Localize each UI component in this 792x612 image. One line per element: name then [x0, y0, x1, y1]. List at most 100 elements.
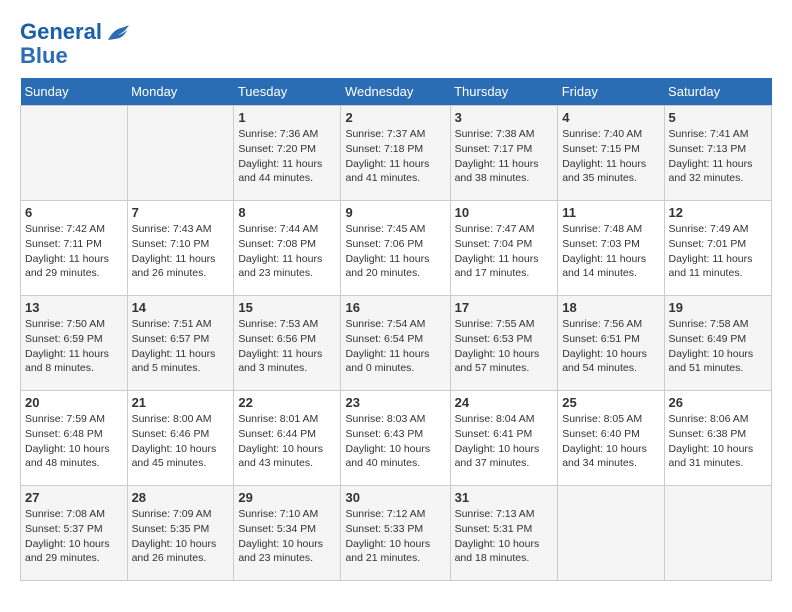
- calendar-cell: 31 Sunrise: 7:13 AM Sunset: 5:31 PM Dayli…: [450, 486, 558, 581]
- logo-bird-icon: [103, 22, 133, 44]
- day-info: Sunrise: 7:51 AM Sunset: 6:57 PM Dayligh…: [132, 317, 230, 376]
- weekday-header-wednesday: Wednesday: [341, 78, 450, 106]
- day-number: 21: [132, 395, 230, 410]
- day-number: 13: [25, 300, 123, 315]
- day-number: 24: [455, 395, 554, 410]
- calendar-cell: [664, 486, 771, 581]
- day-info: Sunrise: 7:38 AM Sunset: 7:17 PM Dayligh…: [455, 127, 554, 186]
- day-number: 28: [132, 490, 230, 505]
- calendar-cell: 21Sunrise: 8:00 AM Sunset: 6:46 PM Dayli…: [127, 391, 234, 486]
- calendar-week-row: 1Sunrise: 7:36 AM Sunset: 7:20 PM Daylig…: [21, 106, 772, 201]
- day-info: Sunrise: 7:37 AM Sunset: 7:18 PM Dayligh…: [345, 127, 445, 186]
- day-info: Sunrise: 8:05 AM Sunset: 6:40 PM Dayligh…: [562, 412, 659, 471]
- day-number: 23: [345, 395, 445, 410]
- day-number: 5: [669, 110, 767, 125]
- calendar-cell: 30Sunrise: 7:12 AM Sunset: 5:33 PM Dayli…: [341, 486, 450, 581]
- day-number: 31: [455, 490, 554, 505]
- day-number: 19: [669, 300, 767, 315]
- weekday-header-friday: Friday: [558, 78, 664, 106]
- logo-general: General: [20, 19, 102, 44]
- day-info: Sunrise: 7:48 AM Sunset: 7:03 PM Dayligh…: [562, 222, 659, 281]
- calendar-cell: 16Sunrise: 7:54 AM Sunset: 6:54 PM Dayli…: [341, 296, 450, 391]
- day-info: Sunrise: 7:59 AM Sunset: 6:48 PM Dayligh…: [25, 412, 123, 471]
- calendar-cell: 18 Sunrise: 7:56 AM Sunset: 6:51 PM Dayli…: [558, 296, 664, 391]
- day-info: Sunrise: 7:47 AM Sunset: 7:04 PM Dayligh…: [455, 222, 554, 281]
- page-header: General Blue: [20, 20, 772, 68]
- day-info: Sunrise: 7:58 AM Sunset: 6:49 PM Dayligh…: [669, 317, 767, 376]
- weekday-header-tuesday: Tuesday: [234, 78, 341, 106]
- calendar-header-row: SundayMondayTuesdayWednesdayThursdayFrid…: [21, 78, 772, 106]
- day-info: Sunrise: 7:40 AM Sunset: 7:15 PM Dayligh…: [562, 127, 659, 186]
- calendar-cell: 8 Sunrise: 7:44 AM Sunset: 7:08 PM Daylig…: [234, 201, 341, 296]
- day-info: Sunrise: 7:43 AM Sunset: 7:10 PM Dayligh…: [132, 222, 230, 281]
- day-info: Sunrise: 8:06 AM Sunset: 6:38 PM Dayligh…: [669, 412, 767, 471]
- day-info: Sunrise: 7:54 AM Sunset: 6:54 PM Dayligh…: [345, 317, 445, 376]
- calendar-cell: 25 Sunrise: 8:05 AM Sunset: 6:40 PM Dayli…: [558, 391, 664, 486]
- weekday-header-sunday: Sunday: [21, 78, 128, 106]
- day-info: Sunrise: 7:53 AM Sunset: 6:56 PM Dayligh…: [238, 317, 336, 376]
- weekday-header-monday: Monday: [127, 78, 234, 106]
- calendar-cell: 12 Sunrise: 7:49 AM Sunset: 7:01 PM Dayli…: [664, 201, 771, 296]
- day-info: Sunrise: 7:08 AM Sunset: 5:37 PM Dayligh…: [25, 507, 123, 566]
- calendar-cell: 22Sunrise: 8:01 AM Sunset: 6:44 PM Dayli…: [234, 391, 341, 486]
- day-info: Sunrise: 7:50 AM Sunset: 6:59 PM Dayligh…: [25, 317, 123, 376]
- calendar-cell: 13 Sunrise: 7:50 AM Sunset: 6:59 PM Dayli…: [21, 296, 128, 391]
- day-number: 10: [455, 205, 554, 220]
- logo-blue: Blue: [20, 43, 68, 68]
- day-number: 25: [562, 395, 659, 410]
- calendar-cell: 27 Sunrise: 7:08 AM Sunset: 5:37 PM Dayli…: [21, 486, 128, 581]
- day-info: Sunrise: 7:13 AM Sunset: 5:31 PM Dayligh…: [455, 507, 554, 566]
- calendar-cell: 28 Sunrise: 7:09 AM Sunset: 5:35 PM Dayli…: [127, 486, 234, 581]
- day-number: 8: [238, 205, 336, 220]
- calendar-week-row: 6Sunrise: 7:42 AM Sunset: 7:11 PM Daylig…: [21, 201, 772, 296]
- day-number: 4: [562, 110, 659, 125]
- day-info: Sunrise: 7:56 AM Sunset: 6:51 PM Dayligh…: [562, 317, 659, 376]
- day-info: Sunrise: 8:03 AM Sunset: 6:43 PM Dayligh…: [345, 412, 445, 471]
- calendar-cell: 26 Sunrise: 8:06 AM Sunset: 6:38 PM Dayli…: [664, 391, 771, 486]
- day-number: 22: [238, 395, 336, 410]
- calendar-week-row: 20 Sunrise: 7:59 AM Sunset: 6:48 PM Dayli…: [21, 391, 772, 486]
- day-number: 3: [455, 110, 554, 125]
- day-number: 26: [669, 395, 767, 410]
- calendar-cell: 24Sunrise: 8:04 AM Sunset: 6:41 PM Dayli…: [450, 391, 558, 486]
- calendar-cell: 4 Sunrise: 7:40 AM Sunset: 7:15 PM Daylig…: [558, 106, 664, 201]
- day-number: 27: [25, 490, 123, 505]
- calendar-cell: 17Sunrise: 7:55 AM Sunset: 6:53 PM Dayli…: [450, 296, 558, 391]
- calendar-cell: 6Sunrise: 7:42 AM Sunset: 7:11 PM Daylig…: [21, 201, 128, 296]
- calendar-week-row: 27 Sunrise: 7:08 AM Sunset: 5:37 PM Dayli…: [21, 486, 772, 581]
- day-number: 20: [25, 395, 123, 410]
- calendar-cell: 15 Sunrise: 7:53 AM Sunset: 6:56 PM Dayli…: [234, 296, 341, 391]
- calendar-cell: [21, 106, 128, 201]
- day-info: Sunrise: 7:55 AM Sunset: 6:53 PM Dayligh…: [455, 317, 554, 376]
- day-info: Sunrise: 7:42 AM Sunset: 7:11 PM Dayligh…: [25, 222, 123, 281]
- calendar-cell: 1Sunrise: 7:36 AM Sunset: 7:20 PM Daylig…: [234, 106, 341, 201]
- day-number: 7: [132, 205, 230, 220]
- day-info: Sunrise: 7:10 AM Sunset: 5:34 PM Dayligh…: [238, 507, 336, 566]
- calendar-cell: 23 Sunrise: 8:03 AM Sunset: 6:43 PM Dayli…: [341, 391, 450, 486]
- calendar-cell: 14 Sunrise: 7:51 AM Sunset: 6:57 PM Dayli…: [127, 296, 234, 391]
- day-info: Sunrise: 7:09 AM Sunset: 5:35 PM Dayligh…: [132, 507, 230, 566]
- day-number: 18: [562, 300, 659, 315]
- day-number: 12: [669, 205, 767, 220]
- calendar-cell: 11Sunrise: 7:48 AM Sunset: 7:03 PM Dayli…: [558, 201, 664, 296]
- logo-text: General Blue: [20, 20, 134, 68]
- day-number: 29: [238, 490, 336, 505]
- day-number: 15: [238, 300, 336, 315]
- calendar-cell: 29 Sunrise: 7:10 AM Sunset: 5:34 PM Dayli…: [234, 486, 341, 581]
- calendar-cell: 5 Sunrise: 7:41 AM Sunset: 7:13 PM Daylig…: [664, 106, 771, 201]
- calendar-cell: [558, 486, 664, 581]
- calendar-cell: 19 Sunrise: 7:58 AM Sunset: 6:49 PM Dayli…: [664, 296, 771, 391]
- calendar-cell: 10 Sunrise: 7:47 AM Sunset: 7:04 PM Dayli…: [450, 201, 558, 296]
- day-info: Sunrise: 7:45 AM Sunset: 7:06 PM Dayligh…: [345, 222, 445, 281]
- calendar-cell: 9Sunrise: 7:45 AM Sunset: 7:06 PM Daylig…: [341, 201, 450, 296]
- day-info: Sunrise: 7:41 AM Sunset: 7:13 PM Dayligh…: [669, 127, 767, 186]
- logo: General Blue: [20, 20, 134, 68]
- day-number: 14: [132, 300, 230, 315]
- day-info: Sunrise: 7:44 AM Sunset: 7:08 PM Dayligh…: [238, 222, 336, 281]
- calendar-cell: 7 Sunrise: 7:43 AM Sunset: 7:10 PM Daylig…: [127, 201, 234, 296]
- day-number: 1: [238, 110, 336, 125]
- calendar-cell: [127, 106, 234, 201]
- day-info: Sunrise: 7:49 AM Sunset: 7:01 PM Dayligh…: [669, 222, 767, 281]
- weekday-header-thursday: Thursday: [450, 78, 558, 106]
- day-info: Sunrise: 7:12 AM Sunset: 5:33 PM Dayligh…: [345, 507, 445, 566]
